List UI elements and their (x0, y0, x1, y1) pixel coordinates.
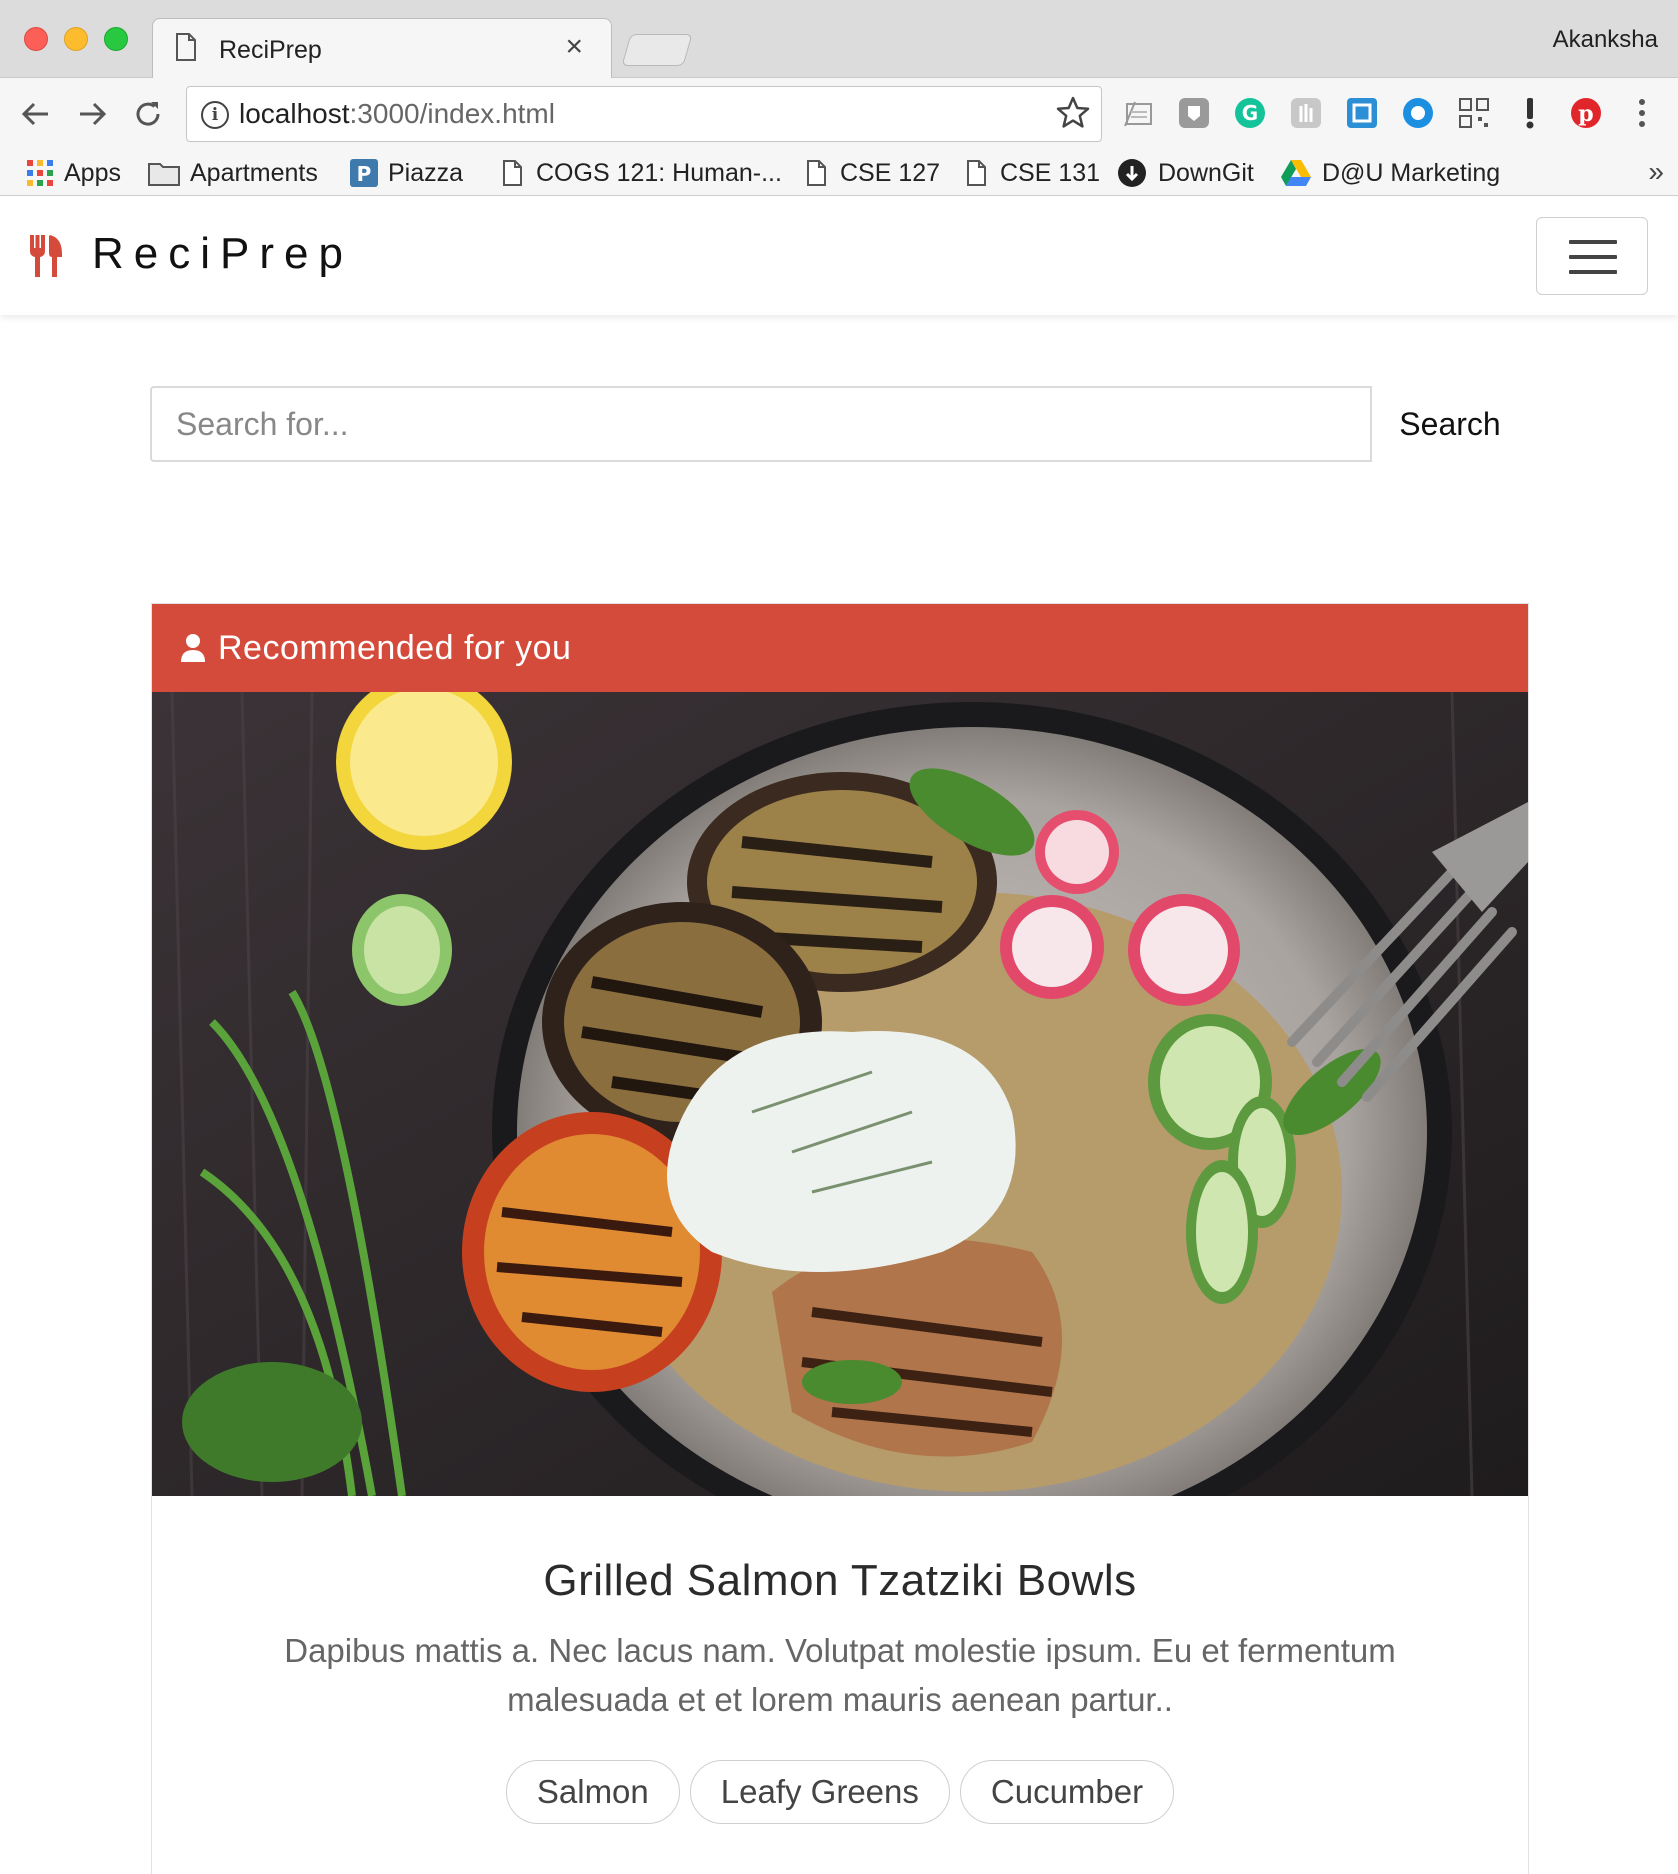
extension-scanner-icon[interactable] (1120, 95, 1156, 131)
user-icon (181, 634, 205, 662)
bookmark-apps[interactable]: Apps (26, 150, 121, 196)
bookmark-apartments[interactable]: Apartments (148, 150, 318, 196)
tab-close-icon[interactable]: × (565, 32, 583, 62)
recommendation-card: Recommended for you Grilled Salmon Tzatz… (151, 603, 1529, 1874)
search-button[interactable]: Search (1372, 386, 1528, 462)
bookmark-label: Apps (64, 158, 121, 187)
page-icon (176, 33, 196, 61)
ingredient-tags: Salmon Leafy Greens Cucumber (152, 1760, 1528, 1824)
card-header-title: Recommended for you (218, 628, 572, 667)
arrow-left-icon (21, 102, 48, 126)
bookmark-label: COGS 121: Human-... (536, 158, 782, 187)
salmon-bowl-photo (152, 692, 1528, 1496)
tag-salmon[interactable]: Salmon (505, 1760, 680, 1824)
browser-title-bar: ReciPrep × Akanksha (0, 0, 1678, 80)
info-icon[interactable]: i (201, 101, 229, 129)
brand-name[interactable]: ReciPrep (92, 229, 353, 279)
bookmark-downgit[interactable]: DownGit (1116, 150, 1254, 196)
bookmark-label: CSE 127 (840, 158, 941, 187)
maximize-window-button[interactable] (104, 27, 128, 51)
bookmark-cse-131[interactable]: CSE 131 (962, 150, 1100, 196)
google-drive-icon (1281, 160, 1311, 186)
profile-name[interactable]: Akanksha (1553, 26, 1658, 54)
folder-icon (148, 163, 180, 186)
bookmark-label: Piazza (388, 158, 464, 187)
tag-cucumber[interactable]: Cucumber (959, 1760, 1175, 1824)
browser-tab-content: ReciPrep × (175, 22, 605, 78)
tag-leafy-greens[interactable]: Leafy Greens (689, 1760, 950, 1824)
exclamation-icon[interactable] (1512, 95, 1548, 131)
close-window-button[interactable] (24, 27, 48, 51)
bookmark-du-marketing[interactable]: D@U Marketing (1280, 150, 1500, 196)
address-bar[interactable]: i localhost:3000/index.html (186, 86, 1102, 142)
github-icon (1118, 159, 1146, 187)
page-icon (503, 160, 522, 186)
bookmark-star-icon[interactable] (1055, 95, 1091, 131)
search-bar: Search (150, 386, 1528, 462)
bookmark-label: Apartments (190, 158, 318, 187)
grammarly-icon[interactable]: G (1232, 95, 1268, 131)
browser-menu-icon[interactable] (1624, 95, 1660, 131)
bookmark-piazza[interactable]: P Piazza (350, 150, 463, 196)
apps-grid-icon (27, 160, 53, 186)
hamburger-icon (1569, 255, 1617, 259)
hamburger-icon (1569, 240, 1617, 244)
bookmark-label: D@U Marketing (1322, 158, 1501, 187)
browser-toolbar: i localhost:3000/index.html G p (0, 78, 1678, 150)
piazza-icon: P (350, 159, 378, 187)
navbar-toggle-button[interactable] (1536, 217, 1648, 295)
card-body: Grilled Salmon Tzatziki Bowls Dapibus ma… (152, 1496, 1528, 1824)
new-tab-button[interactable] (621, 34, 693, 66)
extension-hand-icon[interactable] (1288, 95, 1324, 131)
recipe-description: Dapibus mattis a. Nec lacus nam. Volutpa… (284, 1632, 1396, 1718)
pinterest-icon[interactable]: p (1568, 95, 1604, 131)
extension-puzzle-icon[interactable] (1344, 95, 1380, 131)
reload-icon (136, 102, 160, 126)
bookmark-label: CSE 131 (1000, 158, 1101, 187)
url-text[interactable]: localhost:3000/index.html (239, 98, 555, 130)
fork-knife-icon (30, 235, 62, 277)
recipe-image[interactable] (152, 692, 1528, 1496)
tab-title: ReciPrep (219, 35, 322, 64)
qr-code-icon[interactable] (1456, 95, 1492, 131)
site-navbar: ReciPrep (0, 197, 1678, 315)
page-icon (807, 160, 826, 186)
back-button[interactable] (16, 94, 56, 134)
hamburger-icon (1569, 270, 1617, 274)
search-input[interactable] (150, 386, 1372, 462)
minimize-window-button[interactable] (64, 27, 88, 51)
bookmarks-bar: Apps Apartments P Piazza COGS 121: Human… (0, 150, 1678, 196)
bookmark-cogs-121[interactable]: COGS 121: Human-... (498, 150, 782, 196)
extension-circle-icon[interactable] (1400, 95, 1436, 131)
extension-shield-icon[interactable] (1176, 95, 1212, 131)
forward-button[interactable] (72, 94, 112, 134)
recipe-title[interactable]: Grilled Salmon Tzatziki Bowls (152, 1556, 1528, 1606)
arrow-right-icon (80, 102, 107, 126)
reload-button[interactable] (128, 94, 168, 134)
svg-text:P: P (357, 162, 372, 186)
bookmark-label: DownGit (1158, 158, 1254, 187)
page-icon (967, 160, 986, 186)
card-header: Recommended for you (152, 604, 1528, 692)
svg-text:G: G (1242, 101, 1258, 125)
bookmarks-overflow-icon[interactable]: » (1648, 156, 1664, 188)
bookmark-cse-127[interactable]: CSE 127 (802, 150, 940, 196)
svg-text:p: p (1578, 101, 1593, 127)
